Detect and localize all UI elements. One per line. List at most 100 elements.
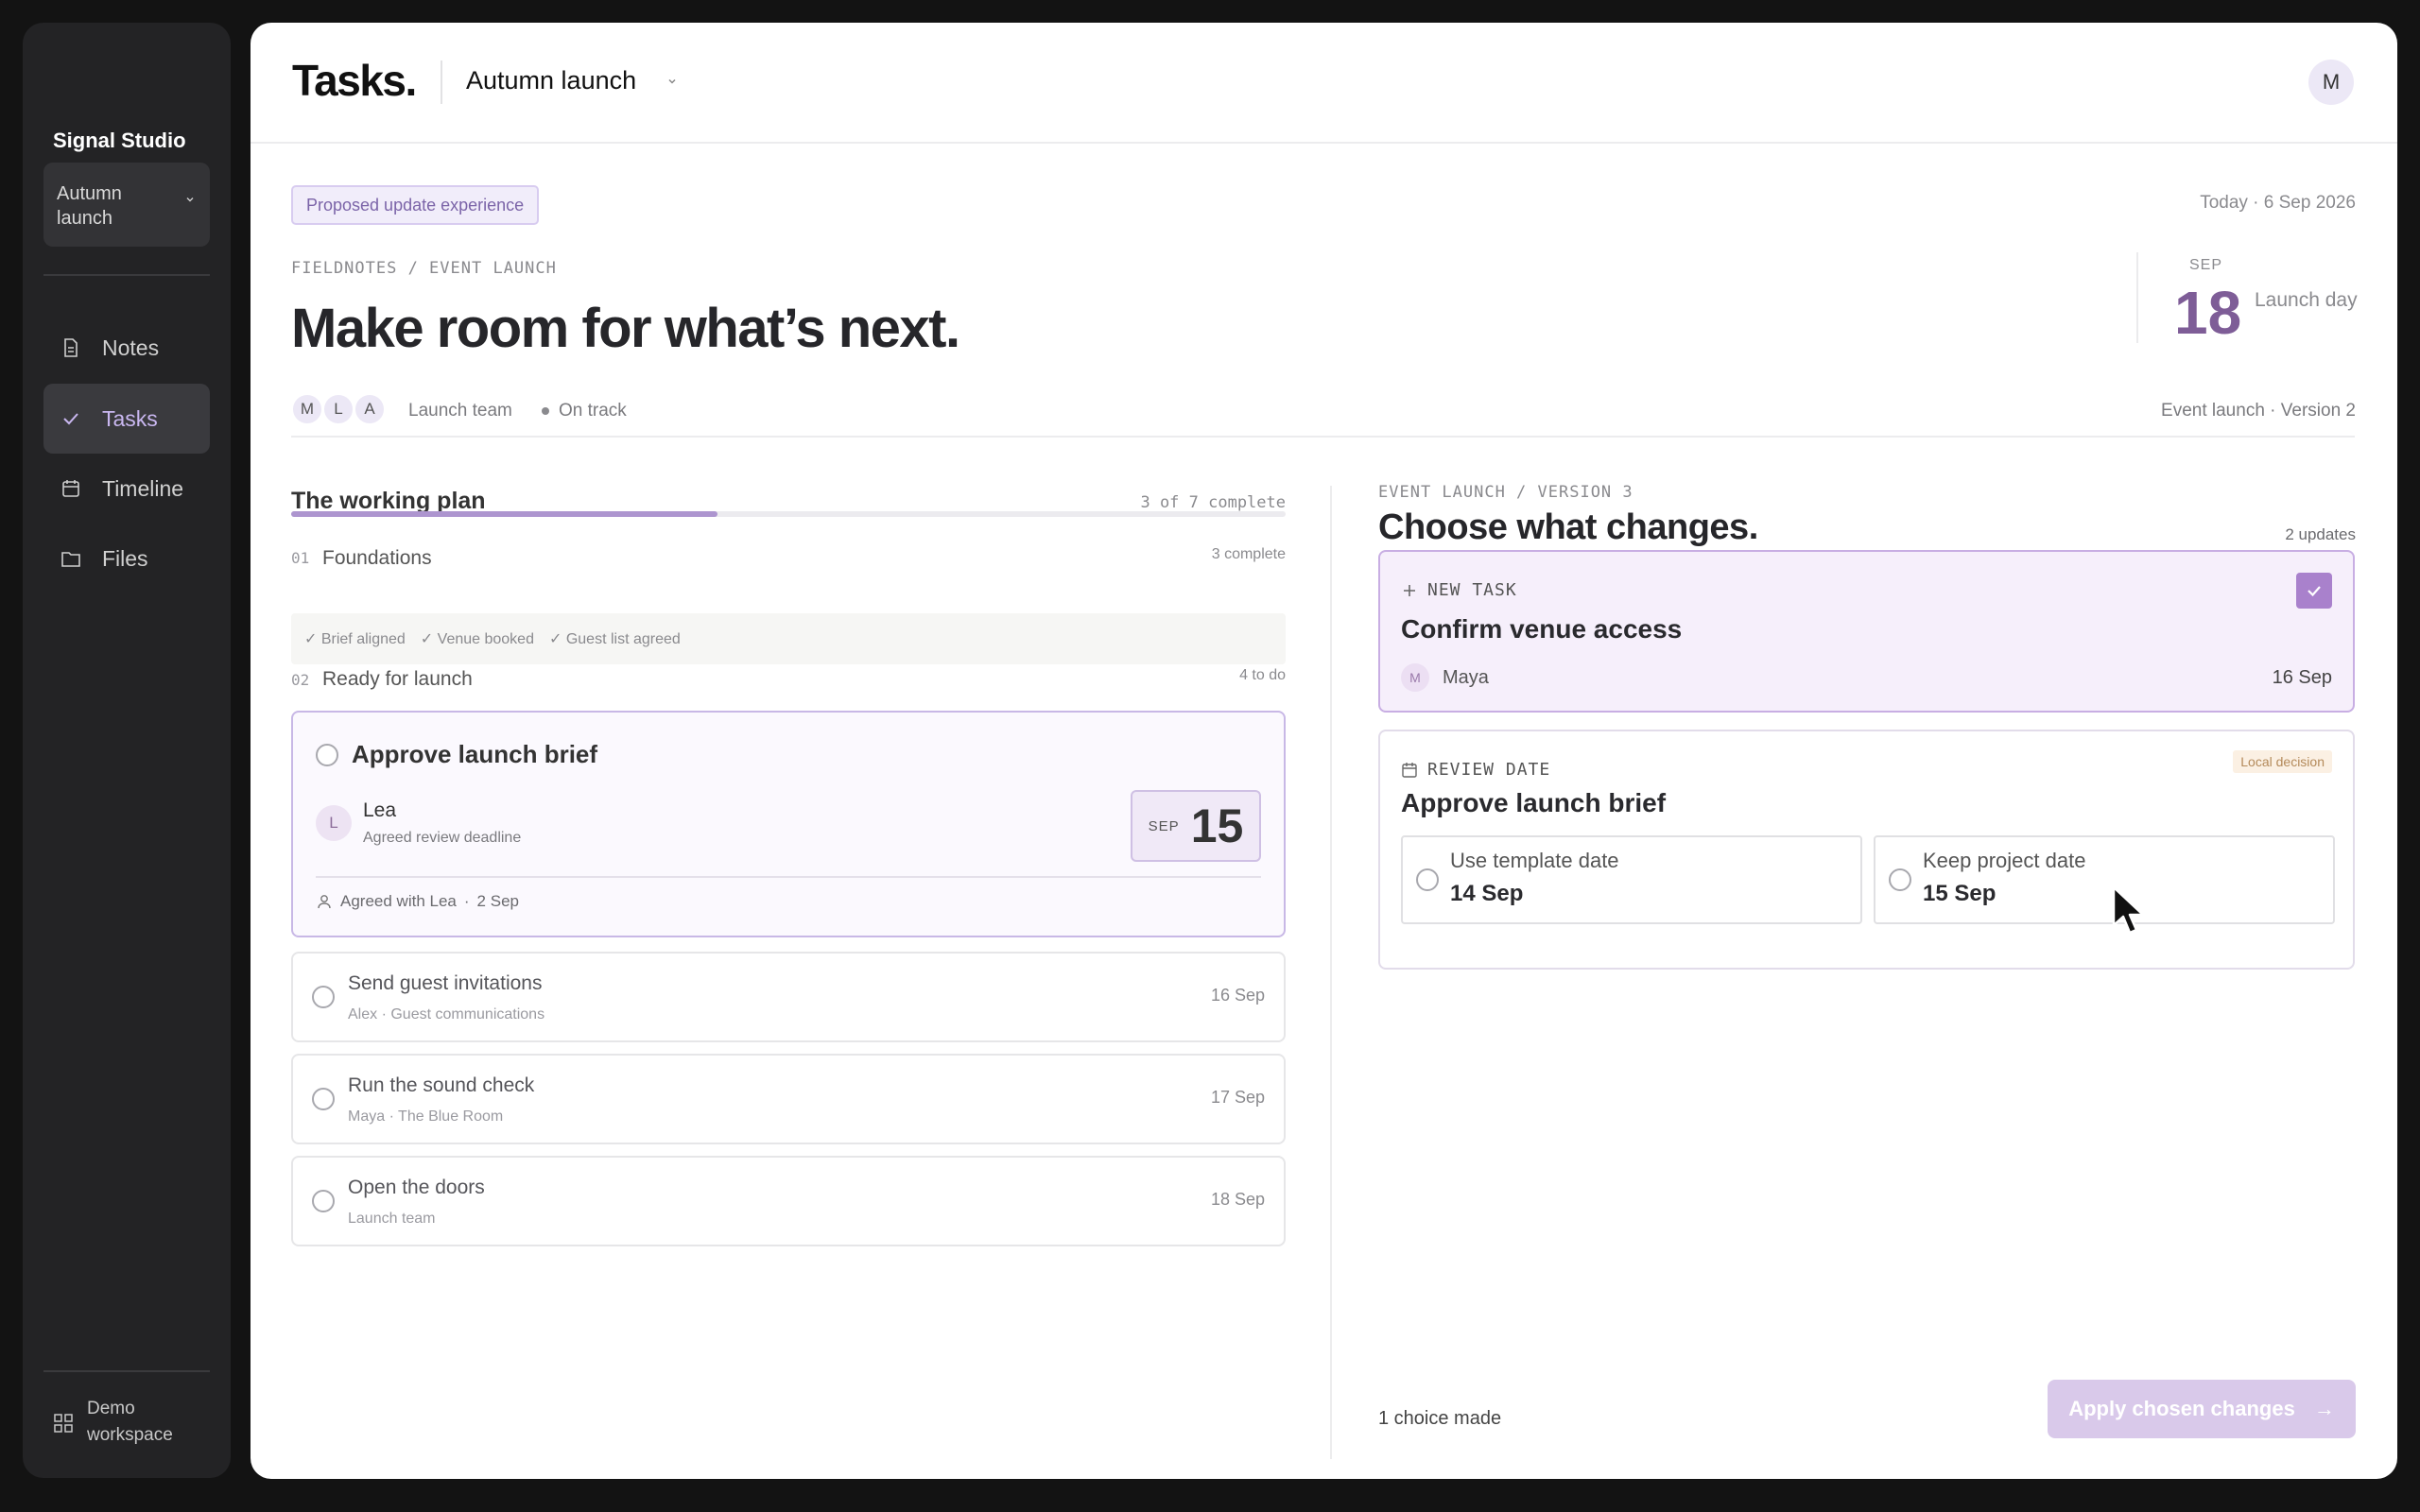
apply-button-label: Apply chosen changes	[2068, 1397, 2295, 1420]
app-title: Tasks.	[292, 56, 417, 105]
task-card-open-the-doors[interactable]: Open the doors Launch team 18 Sep	[291, 1156, 1286, 1246]
task-subtitle: Alex · Guest communications	[348, 1006, 545, 1022]
topbar-divider	[441, 60, 442, 104]
team-avatars: M L A	[291, 393, 386, 425]
option-use-template-date[interactable]: Use template date 14 Sep	[1401, 835, 1862, 924]
sidebar-divider	[43, 1370, 210, 1372]
separator-dot: ·	[463, 892, 470, 910]
sidebar-item-timeline[interactable]: Timeline	[43, 454, 210, 524]
status-label: On track	[559, 401, 627, 421]
sidebar-item-tasks[interactable]: Tasks	[43, 384, 210, 454]
calendar-icon	[1402, 762, 1417, 778]
agreement-note: Agreed with Lea · 2 Sep	[316, 892, 519, 911]
card-kicker: NEW TASK	[1401, 580, 1517, 600]
agreed-date: 2 Sep	[476, 892, 519, 910]
workspace-label: Demo workspace	[87, 1399, 173, 1445]
task-title: Send guest invitations	[348, 972, 543, 994]
kicker-label: NEW TASK	[1427, 580, 1517, 600]
card-title: Approve launch brief	[1401, 788, 1667, 817]
project-switcher[interactable]: Autumn launch	[466, 66, 636, 95]
status-dot-icon	[542, 407, 549, 415]
folder-icon	[61, 552, 80, 567]
team-label: Launch team	[408, 401, 512, 421]
task-card-send-guest-invitations[interactable]: Send guest invitations Alex · Guest comm…	[291, 952, 1286, 1042]
section-title: Foundations	[322, 547, 432, 569]
avatar: L	[322, 393, 354, 425]
sidebar-item-label: Timeline	[102, 475, 184, 501]
avatar: A	[354, 393, 386, 425]
card-title: Confirm venue access	[1401, 614, 1683, 644]
task-date: 17 Sep	[1210, 1088, 1265, 1107]
due-month: SEP	[1148, 817, 1180, 834]
task-complete-radio[interactable]	[312, 986, 335, 1008]
task-title: Open the doors	[348, 1177, 485, 1198]
updates-count: 2 updates	[2285, 525, 2356, 543]
change-card-new-task[interactable]: NEW TASK Confirm venue access M Maya 16 …	[1378, 550, 2355, 713]
topbar: Tasks. Autumn launch M	[251, 23, 2397, 144]
sidebar-item-notes[interactable]: Notes	[43, 313, 210, 383]
launch-day-number: 18	[2174, 279, 2242, 347]
choices-status: 1 choice made	[1378, 1408, 1502, 1429]
assignee-note: Agreed review deadline	[363, 830, 522, 846]
kicker-label: REVIEW DATE	[1427, 760, 1551, 780]
accept-change-checkbox[interactable]	[2296, 573, 2332, 609]
avatar: L	[316, 805, 352, 841]
page-title: Make room for what’s next.	[291, 298, 960, 359]
task-card-run-the-sound-check[interactable]: Run the sound check Maya · The Blue Room…	[291, 1054, 1286, 1144]
agreed-with: Agreed with Lea	[340, 892, 457, 910]
completed-task: ✓ Venue booked	[420, 631, 534, 647]
avatar: M	[1401, 663, 1429, 692]
user-avatar[interactable]: M	[2308, 60, 2354, 105]
chevron-down-icon	[186, 198, 194, 202]
check-icon	[2308, 586, 2321, 597]
sidebar-item-files[interactable]: Files	[43, 524, 210, 593]
plan-count: 3 of 7 complete	[1140, 493, 1286, 512]
changes-title: Choose what changes.	[1378, 507, 1758, 547]
sidebar-divider	[43, 274, 210, 276]
column-divider	[1330, 486, 1332, 1459]
option-label: Keep project date	[1923, 849, 2086, 872]
date-divider	[2136, 252, 2138, 343]
option-value: 14 Sep	[1450, 881, 1524, 906]
sidebar-item-label: Tasks	[102, 405, 158, 431]
completed-task: ✓ Brief aligned	[304, 631, 406, 647]
sidebar-item-label: Files	[102, 545, 148, 571]
due-date-chip[interactable]: SEP 15	[1131, 790, 1261, 862]
due-day: 15	[1190, 799, 1244, 852]
task-date: 16 Sep	[2272, 667, 2332, 688]
task-title: Approve launch brief	[352, 740, 598, 768]
task-card-approve-launch-brief[interactable]: Approve launch brief L Lea Agreed review…	[291, 711, 1286, 937]
assignee-name: Maya	[1443, 667, 1489, 688]
plus-icon	[1404, 584, 1415, 596]
chevron-down-icon[interactable]	[666, 76, 678, 87]
plan-progress-bar	[291, 511, 1286, 517]
sidebar-item-label: Notes	[102, 335, 160, 360]
section-count: 4 to do	[1239, 667, 1286, 683]
document-icon	[64, 338, 78, 357]
task-subtitle: Maya · The Blue Room	[348, 1108, 504, 1125]
sidebar: Signal Studio Autumn launch Notes Tasks …	[23, 23, 231, 1478]
apply-changes-button[interactable]: Apply chosen changes →	[2048, 1380, 2356, 1438]
card-kicker: REVIEW DATE	[1401, 760, 1550, 780]
task-complete-radio[interactable]	[312, 1190, 335, 1212]
status-badge: On track	[542, 401, 627, 421]
breadcrumb: FIELDNOTES / EVENT LAUNCH	[291, 259, 557, 278]
change-card-review-date: REVIEW DATE Local decision Approve launc…	[1378, 730, 2355, 970]
version-meta: Event launch · Version 2	[2161, 401, 2356, 421]
section-title: Ready for launch	[322, 668, 473, 690]
option-keep-project-date[interactable]: Keep project date 15 Sep	[1874, 835, 2335, 924]
project-select[interactable]: Autumn launch	[43, 163, 210, 247]
option-radio[interactable]	[1416, 868, 1439, 891]
calendar-icon	[62, 480, 79, 497]
grid-icon	[54, 1414, 73, 1433]
completed-tasks-strip: ✓ Brief aligned ✓ Venue booked ✓ Guest l…	[291, 613, 1286, 664]
today-date: Today · 6 Sep 2026	[2200, 193, 2356, 213]
workspace-switcher[interactable]: Demo workspace	[53, 1396, 182, 1449]
task-complete-radio[interactable]	[316, 744, 338, 766]
task-complete-radio[interactable]	[312, 1088, 335, 1110]
card-divider	[316, 876, 1261, 878]
option-radio[interactable]	[1889, 868, 1911, 891]
section-count: 3 complete	[1211, 546, 1286, 562]
task-title: Run the sound check	[348, 1074, 535, 1096]
section-number: 02	[291, 671, 310, 689]
